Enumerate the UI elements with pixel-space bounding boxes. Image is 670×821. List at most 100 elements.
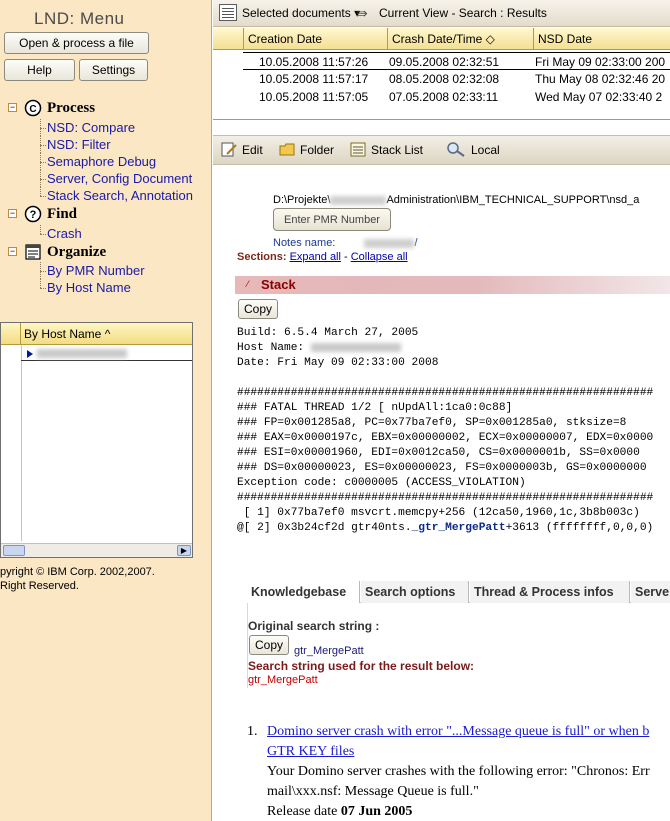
edit-button[interactable]: Edit [221, 142, 263, 157]
sections-controls: Sections: Expand all - Collapse all [237, 251, 408, 263]
copyright-line: Right Reserved. [0, 580, 79, 592]
result-description: Your Domino server crashes with the foll… [267, 764, 650, 779]
open-process-file-button[interactable]: Open & process a file [4, 32, 149, 54]
stack-list-button[interactable]: Stack List [350, 142, 423, 157]
notes-name: Notes name: / [273, 237, 418, 249]
tree-item-server-config-document[interactable]: Server, Config Document [0, 170, 212, 187]
table-row[interactable]: 10.05.2008 11:57:17 08.05.2008 02:32:08 … [243, 70, 670, 88]
tree-item-nsd-compare[interactable]: NSD: Compare [0, 119, 212, 136]
tab-search-options[interactable]: Search options [361, 581, 469, 603]
copy-stack-button[interactable]: Copy [238, 299, 278, 319]
column-header-creation-date[interactable]: Creation Date [243, 28, 387, 50]
row-pointer-icon [27, 350, 33, 358]
selected-documents-menu[interactable]: Selected documents ▾ [242, 6, 360, 20]
table-row[interactable]: 10.05.2008 11:57:05 07.05.2008 02:33:11 … [243, 88, 670, 106]
path-prefix: D:\Projekte\ [273, 194, 331, 206]
tree-group-process[interactable]: − C Process [0, 98, 212, 119]
stack-line: ### EAX=0x0000197c, EBX=0x00000002, ECX=… [237, 432, 654, 444]
tree-item-stack-search-annotation[interactable]: Stack Search, Annotation [0, 187, 212, 204]
table-cell: Fri May 09 02:33:00 200 [535, 55, 666, 69]
expand-all-link[interactable]: Expand all [290, 251, 341, 263]
result-title-link-continued[interactable]: GTR KEY files [267, 742, 354, 762]
column-header-nsd-date[interactable]: NSD Date [533, 28, 670, 50]
tree-item-by-host-name[interactable]: By Host Name [0, 279, 212, 296]
table-header: Creation Date Crash Date/Time ◇ NSD Date [213, 28, 670, 50]
tree-item-semaphore-debug[interactable]: Semaphore Debug [0, 153, 212, 170]
document-list-icon[interactable] [219, 4, 237, 21]
list-item[interactable] [21, 347, 192, 361]
tree-group-find[interactable]: − ? Find [0, 204, 212, 225]
documents-table[interactable]: Creation Date Crash Date/Time ◇ NSD Date… [213, 28, 670, 120]
stack-line: Date: Fri May 09 02:33:00 2008 [237, 357, 439, 369]
svg-text:C: C [29, 104, 36, 115]
release-date-label: Release date [267, 804, 341, 819]
table-cell: 09.05.2008 02:32:51 [389, 55, 500, 69]
tree-item-label: Stack Search, Annotation [47, 188, 193, 203]
table-cell: 10.05.2008 11:57:05 [259, 90, 369, 104]
info-tabs: Knowledgebase Search options Thread & Pr… [247, 581, 670, 603]
stack-section-header[interactable]: ⁄ Stack [235, 276, 670, 294]
table-row[interactable]: 10.05.2008 11:57:26 09.05.2008 02:32:51 … [243, 52, 670, 70]
tree-item-by-pmr-number[interactable]: By PMR Number [0, 262, 212, 279]
file-path: D:\Projekte\ Administration\IBM_TECHNICAL… [273, 194, 639, 206]
current-view-label: Current View - Search : Results [379, 6, 547, 20]
table-cell: 10.05.2008 11:57:17 [259, 72, 369, 86]
collapse-icon[interactable]: − [8, 103, 17, 112]
local-button[interactable]: Local [446, 142, 500, 157]
collapse-icon[interactable]: − [8, 209, 17, 218]
svg-text:?: ? [30, 209, 37, 221]
stack-line: ### FP=0x001285a8, PC=0x77ba7ef0, SP=0x0… [237, 417, 627, 429]
enter-pmr-number-button[interactable]: Enter PMR Number [273, 208, 391, 231]
copyright-notice: pyright © IBM Corp. 2002,2007. Right Res… [0, 565, 155, 593]
folder-button[interactable]: Folder [279, 142, 334, 157]
tree-item-label: Server, Config Document [47, 171, 193, 186]
tree-item-label: Semaphore Debug [47, 154, 157, 169]
folder-icon [279, 143, 295, 156]
horizontal-scrollbar[interactable]: ▶ [1, 543, 192, 557]
stack-trace-text: Build: 6.5.4 March 27, 2005 Host Name: Da… [237, 326, 653, 536]
stack-line: Host Name: [237, 341, 653, 356]
stack-list-icon [350, 142, 366, 157]
tree-group-label: Organize [47, 244, 107, 260]
scrollbar-thumb[interactable] [3, 545, 25, 556]
tab-thread-process-infos[interactable]: Thread & Process infos [470, 581, 630, 603]
copyright-line: pyright © IBM Corp. 2002,2007. [0, 566, 155, 578]
result-title-link[interactable]: Domino server crash with error "...Messa… [267, 722, 649, 742]
tree-item-label: Crash [47, 226, 82, 241]
selected-documents-label: Selected documents [242, 6, 351, 20]
app-title: LND: Menu [34, 9, 125, 28]
tree-group-organize[interactable]: − Organize [0, 242, 212, 262]
tab-server[interactable]: Serve [631, 581, 670, 603]
settings-button[interactable]: Settings [79, 59, 148, 81]
table-cell: Thu May 08 02:32:46 20 [535, 72, 666, 86]
stack-frame-prefix: @[ 2] 0x3b24cf2d gtr40nts. [237, 522, 412, 534]
stack-section-title: Stack [261, 277, 296, 292]
tree-item-label: NSD: Compare [47, 120, 136, 135]
knowledgebase-panel: Original search string : Copy gtr_MergeP… [247, 603, 670, 688]
stack-line: ########################################… [237, 387, 654, 399]
copy-search-button[interactable]: Copy [249, 635, 289, 655]
highlighted-function[interactable]: _gtr_MergePatt [412, 522, 506, 534]
navigation-tree: − C Process NSD: Compare NSD: Filter Sem… [0, 98, 212, 296]
section-toggle-icon[interactable]: ⁄ [247, 279, 249, 289]
tab-knowledgebase[interactable]: Knowledgebase [247, 581, 360, 603]
help-button[interactable]: Help [4, 59, 75, 81]
process-icon: C [24, 99, 42, 117]
host-name-view[interactable]: By Host Name ^ ▶ [0, 322, 193, 558]
tree-item-nsd-filter[interactable]: NSD: Filter [0, 136, 212, 153]
collapse-all-link[interactable]: Collapse all [351, 251, 408, 263]
used-search-label: Search string used for the result below: [248, 659, 475, 673]
original-search-value: gtr_MergePatt [294, 645, 364, 657]
tree-item-crash[interactable]: Crash [0, 225, 212, 242]
table-cell: 08.05.2008 02:32:08 [389, 72, 500, 86]
collapse-icon[interactable]: − [8, 247, 17, 256]
column-header-label: By Host Name ^ [24, 327, 111, 341]
column-header-crash-date-time[interactable]: Crash Date/Time ◇ [387, 28, 533, 50]
column-header-host-name[interactable]: By Host Name ^ [1, 323, 192, 345]
stack-line: ### ESI=0x00001960, EDI=0x0012ca50, CS=0… [237, 447, 640, 459]
redacted-notes-name [364, 238, 415, 248]
used-search-value: gtr_MergePatt [248, 674, 318, 686]
scroll-right-arrow-icon[interactable]: ▶ [177, 545, 191, 556]
local-label: Local [471, 142, 500, 157]
stack-line: ### FATAL THREAD 1/2 [ nUpdAll:1ca0:0c88… [237, 402, 513, 414]
